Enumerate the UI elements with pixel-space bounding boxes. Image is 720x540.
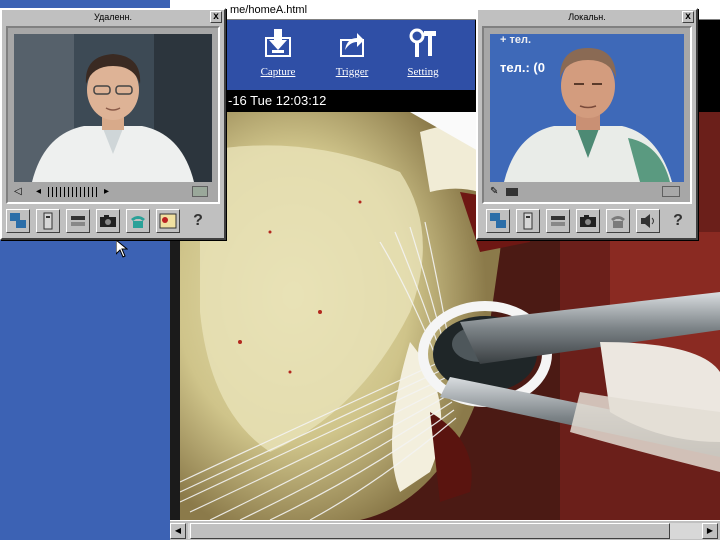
local-participant-video: + тел. тел.: (0 xyxy=(490,34,684,182)
local-audio-controls: ✎ xyxy=(490,186,684,200)
trigger-label: Trigger xyxy=(335,66,369,78)
setting-button[interactable]: Setting xyxy=(393,28,453,80)
horizontal-scrollbar[interactable]: ◀ ▶ xyxy=(170,520,720,540)
camera-icon[interactable] xyxy=(576,209,600,233)
dial-icon[interactable] xyxy=(66,209,90,233)
local-window-title: Локальн. xyxy=(568,12,606,22)
local-icon-toolbar: ? xyxy=(486,206,696,236)
phone-keypad-icon[interactable] xyxy=(516,209,540,233)
local-video-window[interactable]: Локальн. x + тел. тел.: (0 ✎ ? xyxy=(476,8,698,240)
microphone-icon[interactable]: ✎ xyxy=(490,186,498,197)
tools-icon xyxy=(409,28,436,57)
help-icon[interactable]: ? xyxy=(666,209,690,233)
local-video-frame: + тел. тел.: (0 ✎ xyxy=(482,26,692,204)
remote-video-window[interactable]: Удаленн. x ◁ ◂ ▸ ? xyxy=(0,8,226,240)
mouse-cursor-icon xyxy=(116,240,128,258)
telephone-icon[interactable] xyxy=(126,209,150,233)
share-arrow-icon xyxy=(340,33,364,57)
setting-label: Setting xyxy=(407,66,439,78)
remote-window-title: Удаленн. xyxy=(94,12,132,22)
network-icon[interactable] xyxy=(6,209,30,233)
remote-close-button[interactable]: x xyxy=(210,11,222,23)
volume-icon[interactable]: ◁ xyxy=(14,186,22,197)
network-icon[interactable] xyxy=(486,209,510,233)
scroll-right-icon[interactable]: ▶ xyxy=(702,523,718,539)
video-toggle-icon[interactable] xyxy=(506,188,518,196)
phone-keypad-icon[interactable] xyxy=(36,209,60,233)
local-participant-figure xyxy=(504,48,672,182)
capture-label: Capture xyxy=(260,66,296,78)
scroll-left-icon[interactable]: ◀ xyxy=(170,523,186,539)
remote-video-frame: ◁ ◂ ▸ xyxy=(6,26,220,204)
scroll-thumb[interactable] xyxy=(190,523,670,539)
remote-audio-controls: ◁ ◂ ▸ xyxy=(14,186,212,200)
dial-icon[interactable] xyxy=(546,209,570,233)
local-signal-indicator-icon xyxy=(662,186,680,197)
volume-up-icon[interactable]: ▸ xyxy=(104,186,109,197)
signal-indicator-icon xyxy=(192,186,208,197)
download-icon xyxy=(265,29,291,57)
help-icon[interactable]: ? xyxy=(186,209,210,233)
trigger-button[interactable]: Trigger xyxy=(322,28,382,80)
camera-icon[interactable] xyxy=(96,209,120,233)
local-close-button[interactable]: x xyxy=(682,11,694,23)
volume-down-icon[interactable]: ◂ xyxy=(36,186,41,197)
telephone-icon[interactable] xyxy=(606,209,630,233)
capture-button[interactable]: Capture xyxy=(248,28,308,80)
address-text: me/homeA.html xyxy=(230,4,308,16)
speaker-icon[interactable] xyxy=(636,209,660,233)
remote-icon-toolbar: ? xyxy=(6,206,216,236)
contact-card-icon[interactable] xyxy=(156,209,180,233)
remote-participant-video xyxy=(14,34,212,182)
volume-slider[interactable] xyxy=(48,187,98,197)
